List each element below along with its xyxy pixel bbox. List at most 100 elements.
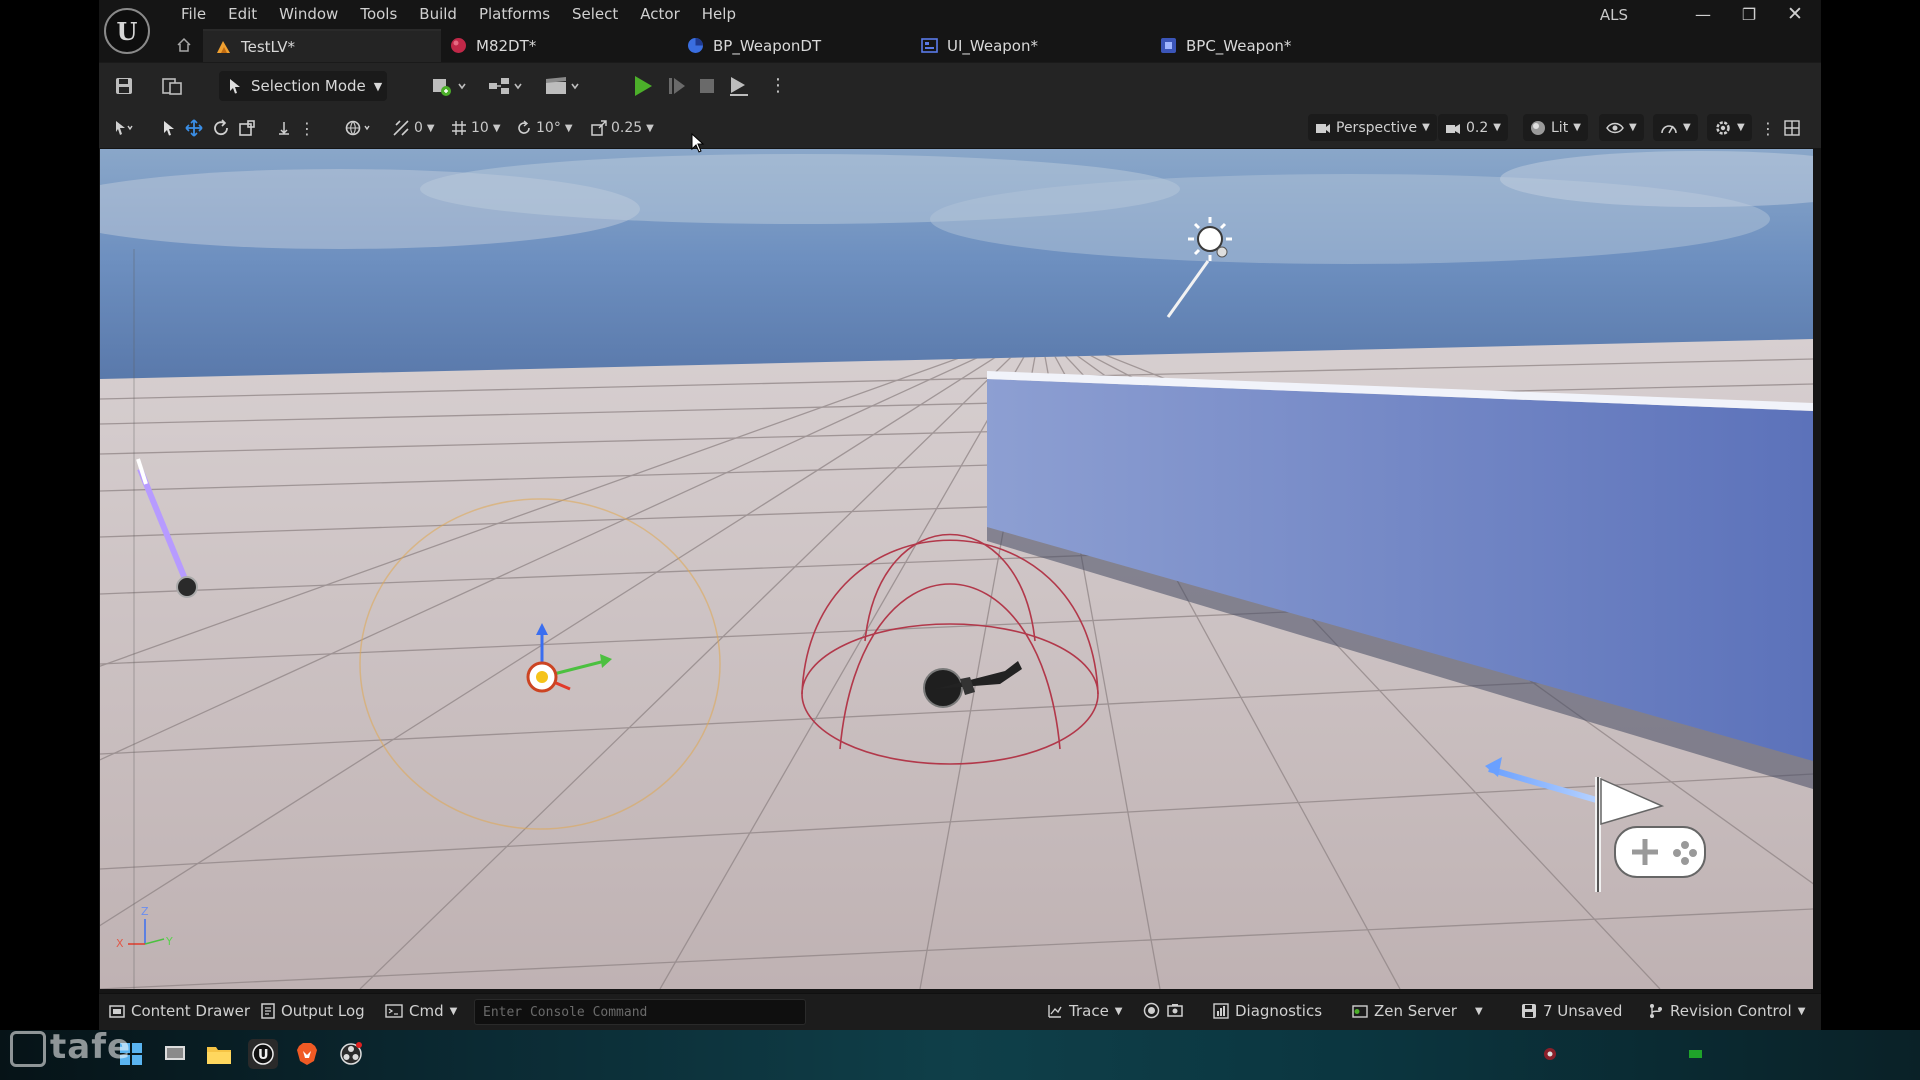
viewport-toolbar: ⋮ 0 ▼ 10 ▼ 10° ▼ 0.25 ▼ Perspective ▼ 0.… [99,107,1821,148]
lit-mode-dropdown[interactable]: Lit ▼ [1523,114,1588,141]
chevron-down-icon: ▼ [1797,1005,1806,1017]
home-icon[interactable] [176,37,192,57]
revision-control-icon [1650,1004,1662,1018]
cmd-label: Cmd [409,1002,444,1020]
tab-label: TestLV* [241,37,296,56]
blueprints-button[interactable] [485,72,529,99]
unreal-engine-taskbar-icon[interactable]: U [248,1039,278,1069]
scale-snap-dropdown[interactable]: 0.25 ▼ [591,117,654,139]
diagnostics-label: Diagnostics [1235,1002,1323,1020]
camera-snapshot-icon [1167,1004,1183,1017]
rotation-snap-dropdown[interactable]: 10° ▼ [516,117,573,139]
more-tools-icon[interactable]: ⋮ [299,117,315,139]
restore-icon[interactable]: ❐ [1726,0,1772,28]
record-button[interactable] [1143,1002,1160,1019]
scale-tool-icon[interactable] [238,117,256,139]
show-flags-dropdown[interactable]: ▼ [1599,114,1644,141]
tab-ui-weapon[interactable]: UI_Weapon* [921,29,1101,62]
menu-build[interactable]: Build [408,3,468,25]
axis-y-label: Y [165,935,173,948]
save-warning-icon [1522,1004,1536,1018]
content-browser-icon[interactable] [159,72,185,99]
rotate-tool-icon[interactable] [212,117,230,139]
main-menu: File Edit Window Tools Build Platforms S… [170,3,747,25]
chevron-down-icon: ▼ [426,122,435,134]
perspective-dropdown[interactable]: Perspective ▼ [1308,114,1437,141]
menu-platforms[interactable]: Platforms [468,3,561,25]
selection-mode-dropdown[interactable]: Selection Mode ▼ [219,71,387,101]
unreal-editor-window: U File Edit Window Tools Build Platforms… [99,0,1821,1030]
menu-file[interactable]: File [170,3,217,25]
menu-tools[interactable]: Tools [349,3,408,25]
tab-testlv[interactable]: TestLV* [203,29,441,62]
select-tool-icon[interactable] [161,117,177,139]
close-icon[interactable]: ✕ [1772,0,1818,28]
camera-speed-dropdown[interactable]: 0.2 ▼ [1438,114,1508,141]
output-log-label: Output Log [281,1002,365,1020]
obs-studio-icon[interactable] [336,1039,366,1069]
mouse-cursor-icon [691,132,705,157]
brave-browser-icon[interactable] [292,1039,322,1069]
unsaved-button[interactable]: 7 Unsaved [1521,1002,1622,1020]
tray-battery-icon[interactable] [1681,1039,1711,1069]
tab-label: M82DT* [476,36,537,55]
menu-edit[interactable]: Edit [217,3,268,25]
snapshot-button[interactable] [1167,1002,1183,1018]
chevron-down-icon: ▼ [1573,122,1581,133]
zen-server-icon [1352,1005,1368,1018]
file-explorer-icon[interactable] [204,1039,234,1069]
chevron-down-icon: ▼ [1737,122,1745,133]
gauge-icon [1661,124,1677,133]
menu-help[interactable]: Help [691,3,747,25]
output-log-button[interactable]: Output Log [261,1002,365,1020]
terminal-icon [385,1004,403,1018]
unsaved-label: 7 Unsaved [1543,1002,1623,1020]
add-actor-button[interactable] [429,72,473,99]
translate-snap-value: 0 [414,120,423,136]
stop-icon[interactable] [695,72,719,99]
coordinate-space-dropdown[interactable] [344,117,374,139]
scale-snap-value: 0.25 [611,120,643,136]
play-options-icon[interactable]: ⋮ [769,72,787,99]
content-drawer-button[interactable]: Content Drawer [109,1002,250,1020]
revision-control-dropdown[interactable]: Revision Control ▼ [1648,1002,1805,1020]
task-view-icon[interactable] [160,1039,190,1069]
viewport-scene[interactable]: Z X Y [100,149,1813,989]
folder-icon [109,1005,125,1018]
cinematics-button[interactable] [542,72,586,99]
cursor-arrow-icon [230,79,240,94]
grid-snap-dropdown[interactable]: 10 ▼ [451,117,501,139]
play-icon[interactable] [629,72,657,99]
menu-actor[interactable]: Actor [629,3,690,25]
tray-app-icon[interactable] [1535,1039,1565,1069]
menu-window[interactable]: Window [268,3,349,25]
diagnostics-icon [1213,1003,1229,1019]
zen-server-dropdown[interactable]: Zen Server ▼ [1352,1002,1483,1020]
surface-snapping-toggle[interactable]: 0 ▼ [392,117,435,139]
tab-m82dt[interactable]: M82DT* [450,29,630,62]
title-bar: U File Edit Window Tools Build Platforms… [99,0,1821,54]
cmd-dropdown[interactable]: Cmd ▼ [385,1002,457,1020]
eject-icon[interactable] [726,72,752,99]
step-icon[interactable] [665,72,689,99]
save-icon[interactable] [111,72,137,99]
menu-select[interactable]: Select [561,3,629,25]
surface-snap-icon[interactable] [276,117,292,139]
viewport-options-icon[interactable]: ⋮ [1760,117,1776,139]
transform-mode-dropdown[interactable] [113,117,135,139]
minimize-icon[interactable]: — [1680,0,1726,28]
tab-bp-weapondt[interactable]: BP_WeaponDT [687,29,867,62]
console-command-input[interactable] [474,999,806,1025]
trace-dropdown[interactable]: Trace ▼ [1047,1002,1123,1020]
tab-bpc-weapon[interactable]: BPC_Weapon* [1160,29,1360,62]
viewport-settings-dropdown[interactable]: ▼ [1707,114,1752,141]
performance-dropdown[interactable]: ▼ [1653,114,1698,141]
diagnostics-button[interactable]: Diagnostics [1213,1002,1322,1020]
tab-label: BPC_Weapon* [1186,36,1292,55]
level-viewport: ⋮ 0 ▼ 10 ▼ 10° ▼ 0.25 ▼ Perspective ▼ 0.… [99,107,1821,993]
layout-icon[interactable] [1784,117,1800,139]
material-icon [450,37,467,54]
project-name: ALS [1599,6,1628,24]
translate-tool-icon[interactable] [185,117,203,139]
unreal-logo-icon[interactable]: U [104,8,150,54]
